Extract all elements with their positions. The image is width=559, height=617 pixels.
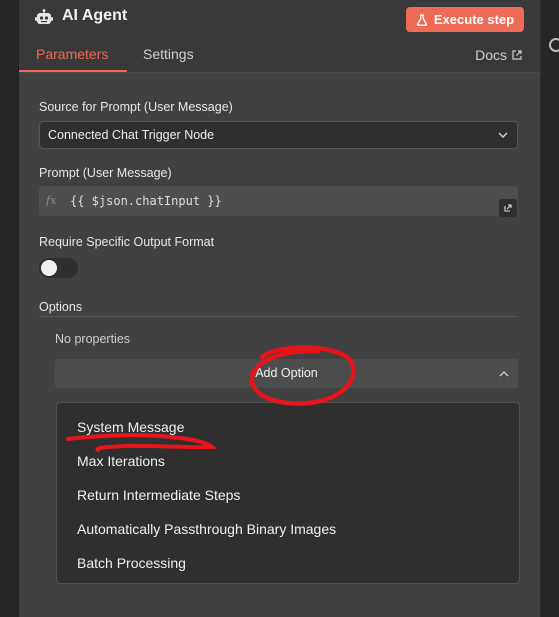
options-divider — [39, 316, 518, 317]
canvas-left-edge — [0, 0, 19, 617]
robot-icon — [35, 9, 53, 24]
chevron-up-icon — [499, 371, 509, 377]
source-label: Source for Prompt (User Message) — [39, 100, 233, 114]
node-panel: AI Agent Execute step Parameters Setting… — [19, 0, 540, 617]
parameters-body: Source for Prompt (User Message) Connect… — [19, 73, 540, 617]
panel-header: AI Agent Execute step — [19, 0, 540, 38]
toggle-knob — [41, 260, 57, 276]
add-option-button[interactable]: Add Option — [55, 359, 518, 388]
external-link-icon — [512, 50, 522, 60]
execute-step-label: Execute step — [433, 12, 515, 27]
output-format-label: Require Specific Output Format — [39, 235, 215, 249]
docs-label: Docs — [475, 47, 507, 63]
option-batch-processing[interactable]: Batch Processing — [77, 555, 186, 571]
option-system-message[interactable]: System Message — [77, 419, 184, 435]
option-max-iterations[interactable]: Max Iterations — [77, 453, 165, 469]
no-properties-text: No properties — [55, 332, 131, 346]
tab-settings[interactable]: Settings — [143, 46, 194, 62]
canvas-right-edge — [541, 0, 559, 617]
app-window: AI Agent Execute step Parameters Setting… — [0, 0, 559, 617]
canvas-control-icon[interactable] — [549, 38, 559, 52]
option-passthrough-binary-images[interactable]: Automatically Passthrough Binary Images — [77, 521, 336, 537]
prompt-expression-value: {{ $json.chatInput }} — [70, 194, 222, 208]
flask-icon — [416, 13, 428, 26]
expand-icon — [504, 204, 512, 212]
active-tab-indicator — [19, 70, 127, 72]
prompt-expression-field[interactable]: fx {{ $json.chatInput }} — [39, 186, 518, 217]
expression-fx-icon: fx — [46, 194, 57, 207]
execute-step-button[interactable]: Execute step — [406, 7, 524, 32]
option-return-intermediate-steps[interactable]: Return Intermediate Steps — [77, 487, 240, 503]
source-select[interactable]: Connected Chat Trigger Node — [39, 121, 518, 149]
node-title: AI Agent — [62, 7, 128, 24]
add-option-label: Add Option — [255, 366, 318, 380]
prompt-label: Prompt (User Message) — [39, 166, 172, 180]
output-format-toggle[interactable] — [39, 258, 78, 278]
tab-bar: Parameters Settings Docs — [19, 38, 540, 73]
tab-parameters[interactable]: Parameters — [36, 46, 108, 62]
docs-link[interactable]: Docs — [475, 47, 522, 63]
options-label: Options — [39, 300, 83, 314]
open-expression-editor-button[interactable] — [499, 199, 517, 217]
option-dropdown-menu: System Message Max Iterations Return Int… — [56, 402, 520, 584]
source-select-value: Connected Chat Trigger Node — [48, 128, 215, 142]
chevron-down-icon — [498, 132, 508, 138]
